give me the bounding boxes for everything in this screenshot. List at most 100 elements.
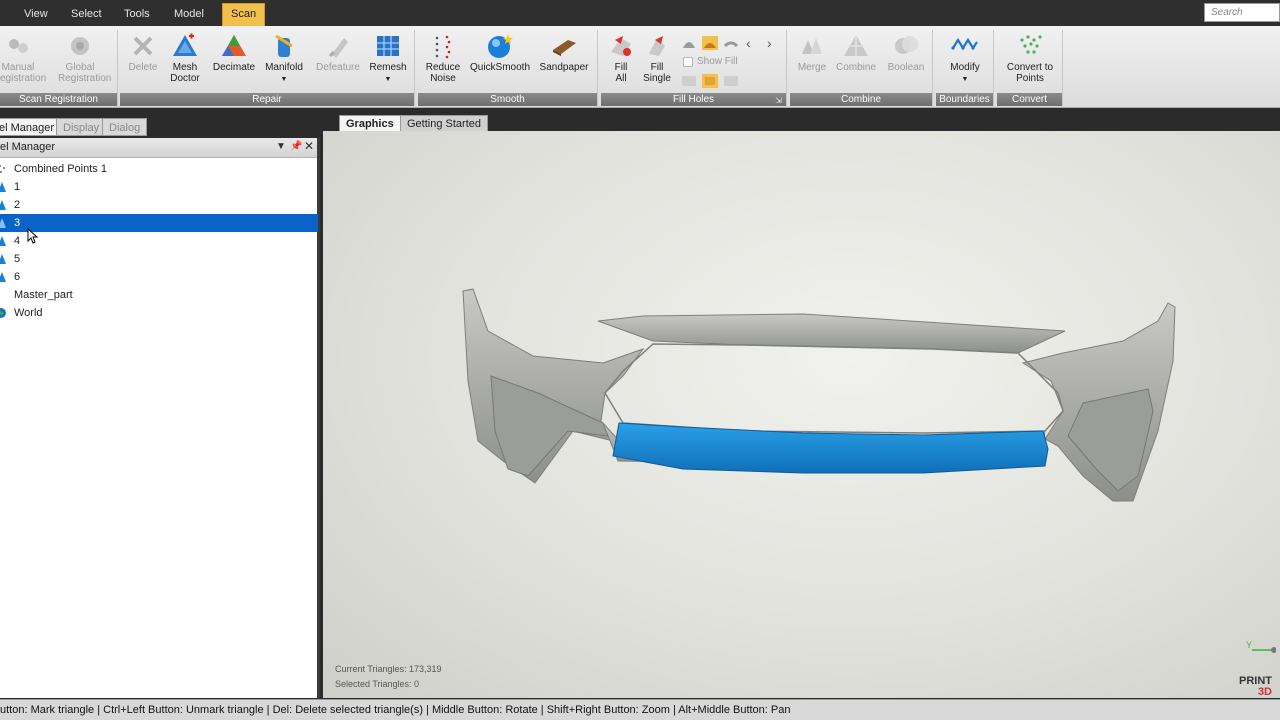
- defeature-label: Defeature: [316, 62, 360, 73]
- convert-to-points-button[interactable]: Convert to Points: [1001, 32, 1059, 84]
- tree-item-6[interactable]: 6: [0, 268, 318, 286]
- tree-item-1[interactable]: 1: [0, 178, 318, 196]
- sandpaper-label: Sandpaper: [539, 62, 589, 73]
- fill-all-button[interactable]: Fill All: [605, 32, 637, 84]
- reduce-noise-icon: [435, 35, 451, 59]
- tree-item-label: Master_part: [14, 289, 73, 301]
- menu-select[interactable]: Select: [63, 4, 110, 24]
- panel-menu-dropdown-icon[interactable]: ▼: [276, 141, 286, 152]
- menu-tools[interactable]: Tools: [116, 4, 158, 24]
- fill-mode-2-icon[interactable]: [702, 74, 718, 88]
- global-registration-button[interactable]: Global Registration: [58, 32, 111, 84]
- show-fill-checkbox[interactable]: [683, 57, 693, 67]
- ribbon: Manual egistration Global Registration S…: [0, 26, 1280, 108]
- mesh-doctor-icon: [173, 33, 197, 56]
- hole-type-3-icon[interactable]: [723, 36, 739, 50]
- boolean-label: Boolean: [887, 62, 925, 73]
- search-input[interactable]: Search: [1204, 3, 1280, 22]
- quicksmooth-button[interactable]: QuickSmooth: [468, 32, 532, 73]
- group-label-fill-holes: Fill Holes: [601, 93, 786, 106]
- tree-item-3[interactable]: 3: [0, 214, 318, 232]
- tree-item-combined-points-1[interactable]: Combined Points 1: [0, 160, 318, 178]
- sandpaper-icon: [553, 40, 576, 56]
- axis-triad-icon: Y: [1246, 640, 1276, 653]
- bumper-model[interactable]: [323, 131, 1280, 698]
- close-icon[interactable]: ✕: [304, 139, 314, 153]
- mesh-doctor-label-1: Mesh: [172, 62, 198, 73]
- fill-single-label-1: Fill: [650, 62, 664, 73]
- tree-item-2[interactable]: 2: [0, 196, 318, 214]
- pin-icon[interactable]: 📌: [290, 141, 302, 152]
- reduce-noise-label-1: Reduce: [425, 62, 461, 73]
- defeature-icon: [328, 38, 348, 58]
- dialog-launcher-icon[interactable]: ⇲: [775, 96, 782, 105]
- panel-header: el Manager ▼ 📌 ✕: [0, 138, 317, 158]
- fill-single-button[interactable]: Fill Single: [641, 32, 673, 84]
- tree-item-label: 1: [14, 181, 21, 193]
- remesh-button[interactable]: Remesh ▼: [368, 32, 408, 85]
- global-registration-label-1: Global: [65, 62, 95, 73]
- tree-item-label: 3: [14, 217, 21, 229]
- status-text: utton: Mark triangle | Ctrl+Left Button:…: [0, 704, 791, 716]
- mesh-icon: [0, 218, 6, 228]
- combine-button[interactable]: Combine: [834, 32, 878, 73]
- tab-dialog[interactable]: Dialog: [102, 118, 148, 136]
- menu-scan[interactable]: Scan: [222, 3, 266, 26]
- current-triangles-text: Current Triangles: 173,319: [335, 664, 442, 674]
- tree-item-world[interactable]: World: [0, 304, 318, 322]
- boolean-button[interactable]: Boolean: [884, 32, 928, 73]
- axis-y-label: Y: [1246, 640, 1252, 650]
- decimate-label: Decimate: [212, 62, 256, 73]
- menu-view[interactable]: View: [16, 4, 56, 24]
- decimate-button[interactable]: Decimate: [211, 32, 257, 73]
- tree-item-5[interactable]: 5: [0, 250, 318, 268]
- delete-button[interactable]: Delete: [126, 32, 160, 73]
- modify-button[interactable]: Modify ▼: [944, 32, 986, 85]
- tree-item-4[interactable]: 4: [0, 228, 318, 250]
- boolean-icon: [895, 36, 918, 54]
- convert-to-points-icon: [1020, 35, 1042, 54]
- graphics-viewport[interactable]: Current Triangles: 173,319 Selected Tria…: [323, 131, 1280, 698]
- delete-icon: [133, 36, 153, 56]
- fill-mode-3-icon[interactable]: [723, 74, 739, 88]
- chevron-right-icon[interactable]: ›: [767, 35, 772, 51]
- mesh-icon: [0, 200, 6, 210]
- decimate-icon: [222, 35, 246, 56]
- tab-getting-started[interactable]: Getting Started: [400, 115, 488, 132]
- hole-type-1-icon[interactable]: [681, 36, 697, 50]
- remesh-label: Remesh: [369, 62, 407, 73]
- tab-graphics[interactable]: Graphics: [339, 115, 401, 132]
- group-repair: Delete Mesh Doctor Decimate Manifold ▼ D…: [120, 30, 415, 106]
- mesh-icon: [0, 236, 6, 246]
- menu-model[interactable]: Model: [166, 4, 212, 24]
- manifold-button[interactable]: Manifold ▼: [263, 32, 305, 85]
- mesh-icon: [0, 272, 6, 282]
- defeature-button[interactable]: Defeature: [314, 32, 362, 73]
- tree-item-label: 5: [14, 253, 21, 265]
- group-fill-holes: Fill All Fill Single ‹ › Show Fill ⇲ Fil…: [601, 30, 787, 106]
- selected-triangles-text: Selected Triangles: 0: [335, 679, 420, 689]
- modify-icon: [951, 37, 978, 51]
- tree-item-label: Combined Points 1: [14, 163, 107, 175]
- tab-display[interactable]: Display: [56, 118, 107, 136]
- group-convert: Convert to Points Convert: [997, 30, 1063, 106]
- manual-registration-label-1: Manual: [1, 62, 35, 73]
- manual-registration-button[interactable]: Manual egistration: [0, 32, 46, 84]
- manual-registration-label-2: egistration: [0, 73, 47, 84]
- print3d-logo: PRINT 3D: [1239, 676, 1272, 698]
- tree-item-label: 4: [14, 235, 21, 247]
- mesh-doctor-button[interactable]: Mesh Doctor: [166, 32, 204, 84]
- tree-item-master-part[interactable]: Master_part: [0, 286, 318, 304]
- tab-model-manager[interactable]: el Manager: [0, 118, 62, 136]
- fill-mode-1-icon[interactable]: [681, 74, 697, 88]
- reduce-noise-label-2: Noise: [430, 73, 456, 84]
- sandpaper-button[interactable]: Sandpaper: [538, 32, 590, 73]
- combine-icon: [844, 35, 868, 56]
- chevron-left-icon[interactable]: ‹: [746, 35, 751, 51]
- tree-item-label: 2: [14, 199, 21, 211]
- merge-button[interactable]: Merge: [794, 32, 830, 73]
- fill-all-icon: [611, 36, 631, 56]
- reduce-noise-button[interactable]: Reduce Noise: [422, 32, 464, 84]
- hole-type-2-icon[interactable]: [702, 36, 718, 50]
- manifold-dropdown-icon: ▼: [280, 76, 288, 83]
